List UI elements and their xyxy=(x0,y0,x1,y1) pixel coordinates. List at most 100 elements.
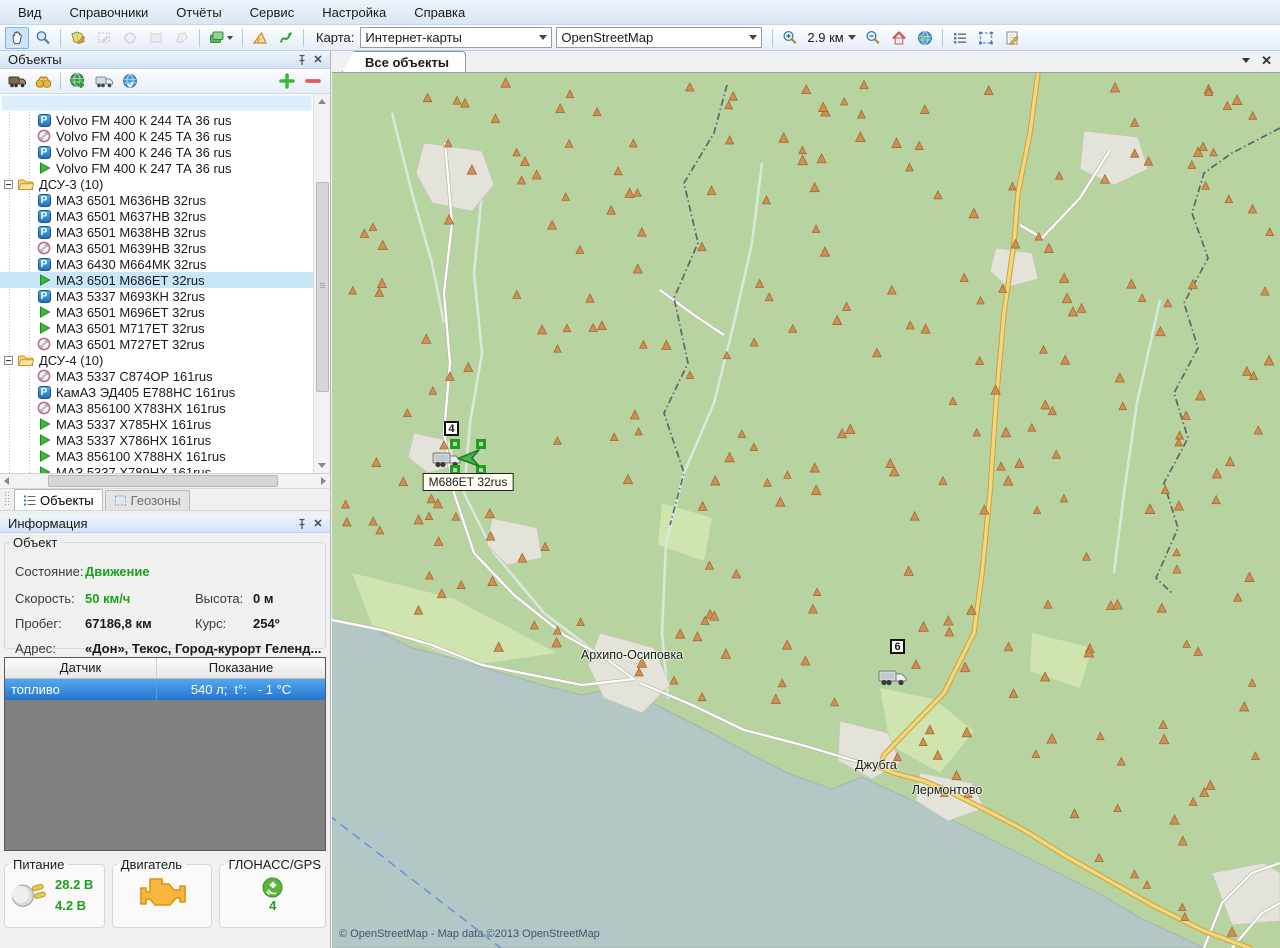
tree-item-vehicle[interactable]: PМАЗ 6501 М636НВ 32rus xyxy=(0,192,313,208)
map-layer-select[interactable]: OpenStreetMap xyxy=(556,27,762,48)
tree-item-vehicle[interactable]: МАЗ 6501 М727ЕТ 32rus xyxy=(0,336,313,352)
collapse-expander-icon[interactable] xyxy=(4,356,13,365)
remove-object-button[interactable] xyxy=(301,70,325,92)
circle-geofence-button[interactable] xyxy=(118,27,142,49)
map-draw-button[interactable] xyxy=(66,27,90,49)
globe-track-icon xyxy=(121,72,139,90)
drag-grip[interactable] xyxy=(4,492,12,508)
state-value: Движение xyxy=(85,564,150,579)
edit-geofence-button[interactable] xyxy=(92,27,116,49)
tree-folder[interactable]: ДСУ-4 (10) xyxy=(0,352,313,368)
menu-item-2[interactable]: Справочники xyxy=(58,2,161,23)
tree-item-vehicle[interactable]: МАЗ 5337 Х785НХ 161rus xyxy=(0,416,313,432)
moving-icon xyxy=(37,273,51,287)
parked-icon: P xyxy=(38,114,51,127)
tree-item-vehicle[interactable]: PМАЗ 5337 М693КН 32rus xyxy=(0,288,313,304)
menu-item-1[interactable]: Вид xyxy=(6,2,54,23)
show-vehicle-button[interactable] xyxy=(92,70,116,92)
edit-notes-button[interactable] xyxy=(1000,27,1024,49)
list-icon xyxy=(23,494,36,507)
marquee-icon xyxy=(114,494,127,507)
geofence-layers-button[interactable] xyxy=(205,27,237,49)
pan-tool-button[interactable] xyxy=(5,27,29,49)
rect-geofence-button[interactable] xyxy=(144,27,168,49)
tree-item-vehicle[interactable]: Volvo FM 400 К 245 ТА 36 rus xyxy=(0,128,313,144)
zoom-out-button[interactable] xyxy=(861,27,885,49)
globe-button[interactable] xyxy=(913,27,937,49)
tree-item-vehicle[interactable]: PКамАЗ ЭД405 Е788НС 161rus xyxy=(0,384,313,400)
find-object-button[interactable] xyxy=(31,70,55,92)
scroll-left-icon[interactable] xyxy=(4,477,9,485)
tree-item-vehicle[interactable]: МАЗ 856100 Х788НХ 161rus xyxy=(0,448,313,464)
map-attribution: © OpenStreetMap - Map data ©2013 OpenStr… xyxy=(339,928,600,940)
polygon-geofence-button[interactable] xyxy=(170,27,194,49)
pin-icon[interactable] xyxy=(294,53,310,67)
zoom-in-button[interactable] xyxy=(778,27,802,49)
map-provider-select[interactable]: Интернет-карты xyxy=(360,27,552,48)
map-canvas[interactable]: Архипо-ОсиповкаДжубгаЛермонтово4М686ЕТ 3… xyxy=(332,73,1280,948)
home-icon xyxy=(890,29,908,47)
tree-item-vehicle[interactable]: МАЗ 6501 М639НВ 32rus xyxy=(0,240,313,256)
tab-list-chevron-icon[interactable] xyxy=(1242,58,1250,63)
tree-item-vehicle[interactable]: PVolvo FM 400 К 244 ТА 36 rus xyxy=(0,112,313,128)
tree-vertical-scrollbar[interactable] xyxy=(313,94,330,473)
home-button[interactable] xyxy=(887,27,911,49)
sensor-row[interactable]: топливо540 л; t°: - 1 °С xyxy=(5,679,325,700)
scroll-thumb[interactable] xyxy=(316,182,329,392)
legend-button[interactable] xyxy=(948,27,972,49)
select-area-button[interactable] xyxy=(974,27,998,49)
show-all-vehicles-button[interactable] xyxy=(5,70,29,92)
moving-icon xyxy=(37,305,51,319)
tree-item-vehicle[interactable]: PVolvo FM 400 К 246 ТА 36 rus xyxy=(0,144,313,160)
measure-tool-button[interactable] xyxy=(248,27,272,49)
scale-dropdown[interactable]: 2.9 км xyxy=(803,27,859,49)
tree-item-vehicle[interactable]: Volvo FM 400 К 247 ТА 36 rus xyxy=(0,160,313,176)
tab-geozones[interactable]: Геозоны xyxy=(105,490,190,510)
scroll-thumb[interactable] xyxy=(48,475,278,487)
close-icon[interactable]: ✕ xyxy=(310,53,326,67)
tree-item-vehicle[interactable]: PМАЗ 6430 М664МК 32rus xyxy=(0,256,313,272)
tree-item-vehicle[interactable]: МАЗ 856100 Х783НХ 161rus xyxy=(0,400,313,416)
tree-folder[interactable]: ДСУ-3 (10) xyxy=(0,176,313,192)
scroll-up-icon[interactable] xyxy=(318,99,326,104)
close-icon[interactable]: ✕ xyxy=(1261,53,1272,69)
tree-item-vehicle[interactable]: МАЗ 5337 С874ОР 161rus xyxy=(0,368,313,384)
object-filter-row[interactable] xyxy=(1,95,312,111)
parked-icon: P xyxy=(38,146,51,159)
speed-value: 50 км/ч xyxy=(85,591,130,606)
routes-button[interactable] xyxy=(274,27,298,49)
zoom-tool-button[interactable] xyxy=(31,27,55,49)
tree-item-vehicle[interactable]: МАЗ 5337 Х789НХ 161rus xyxy=(0,464,313,473)
tab-objects[interactable]: Объекты xyxy=(14,489,103,510)
objects-toolbar xyxy=(0,69,330,94)
tree-item-vehicle[interactable]: PМАЗ 6501 М638НВ 32rus xyxy=(0,224,313,240)
marquee-icon xyxy=(977,29,995,47)
map-tab-all-objects[interactable]: Все объекты xyxy=(342,51,466,72)
zoom-in-icon xyxy=(781,29,799,47)
address-label: Адрес: xyxy=(15,641,56,656)
tree-item-vehicle[interactable]: МАЗ 6501 М686ЕТ 32rus xyxy=(0,272,313,288)
menu-item-6[interactable]: Справка xyxy=(402,2,477,23)
menu-item-4[interactable]: Сервис xyxy=(238,2,307,23)
scroll-right-icon[interactable] xyxy=(321,477,326,485)
track-on-map-button[interactable] xyxy=(118,70,142,92)
tree-horizontal-scrollbar[interactable] xyxy=(0,474,330,489)
sensors-table: Датчик Показание топливо540 л; t°: - 1 °… xyxy=(4,657,326,851)
tree-item-vehicle[interactable]: МАЗ 6501 М717ЕТ 32rus xyxy=(0,320,313,336)
sensors-table-header: Датчик Показание xyxy=(5,658,325,679)
menu-item-5[interactable]: Настройка xyxy=(310,2,398,23)
scroll-down-icon[interactable] xyxy=(318,463,326,468)
collapse-expander-icon[interactable] xyxy=(4,180,13,189)
tree-item-vehicle[interactable]: PМАЗ 6501 М637НВ 32rus xyxy=(0,208,313,224)
menu-item-3[interactable]: Отчёты xyxy=(164,2,233,23)
pin-icon[interactable] xyxy=(294,517,310,531)
tree-item-vehicle[interactable]: МАЗ 6501 М696ЕТ 32rus xyxy=(0,304,313,320)
moving-icon xyxy=(37,417,51,431)
close-icon[interactable]: ✕ xyxy=(310,517,326,531)
add-object-button[interactable] xyxy=(275,70,299,92)
add-to-map-button[interactable] xyxy=(66,70,90,92)
objects-tree: PVolvo FM 400 К 244 ТА 36 rusVolvo FM 40… xyxy=(0,112,313,473)
notepad-icon xyxy=(1003,29,1021,47)
marker-badge: 4 xyxy=(444,421,459,436)
tree-item-vehicle[interactable]: МАЗ 5337 Х786НХ 161rus xyxy=(0,432,313,448)
